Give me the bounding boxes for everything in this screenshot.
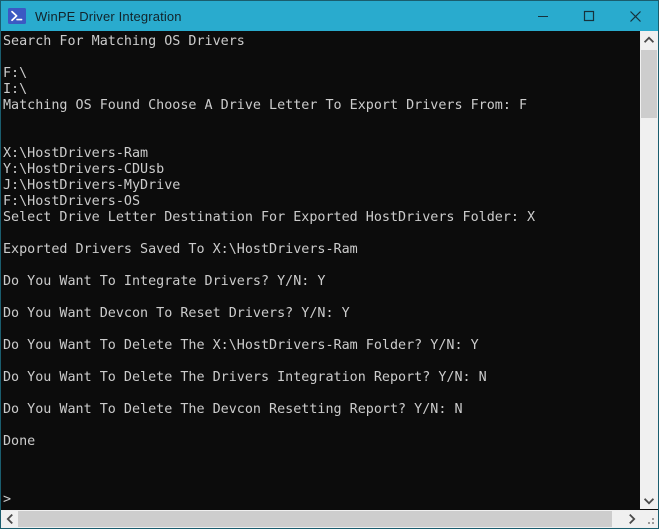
console-prompt: > [3,492,12,507]
console-line: Do You Want To Delete The Devcon Resetti… [3,402,463,417]
minimize-icon [538,16,548,17]
horizontal-scrollbar-row [1,509,658,528]
console-line: Exported Drivers Saved To X:\HostDrivers… [3,242,358,257]
vertical-scrollbar[interactable] [639,31,658,509]
console-line: J:\HostDrivers-MyDrive [3,178,181,193]
window-controls [520,1,658,31]
console-line: I:\ [3,82,28,97]
console-line: Search For Matching OS Drivers [3,34,245,49]
close-icon [629,10,641,22]
minimize-button[interactable] [520,1,566,31]
chevron-down-icon [644,497,654,504]
console-line: Do You Want To Integrate Drivers? Y/N: Y [3,274,326,289]
console-line: Select Drive Letter Destination For Expo… [3,210,536,225]
chevron-up-icon [644,36,654,43]
console-lines: Search For Matching OS Drivers F:\ I:\ Mat… [3,34,639,450]
powershell-icon [8,7,26,25]
vertical-scroll-thumb[interactable] [641,50,657,118]
scroll-down-button[interactable] [640,492,658,509]
title-bar[interactable]: WinPE Driver Integration [1,1,658,31]
resize-grip[interactable] [640,510,658,528]
console-line: Y:\HostDrivers-CDUsb [3,162,165,177]
console-line: F:\ [3,66,28,81]
console-window: WinPE Driver Integration Search For Matc… [0,0,659,529]
chevron-right-icon [628,514,635,524]
scroll-right-button[interactable] [623,510,640,528]
console-line: Do You Want To Delete The X:\HostDrivers… [3,338,479,353]
maximize-icon [583,10,595,22]
console-line: F:\HostDrivers-OS [3,194,141,209]
console-output[interactable]: Search For Matching OS Drivers F:\ I:\ Mat… [1,31,639,509]
close-button[interactable] [612,1,658,31]
vertical-scroll-track[interactable] [640,48,658,492]
console-line: X:\HostDrivers-Ram [3,146,149,161]
horizontal-scrollbar[interactable] [1,510,640,528]
window-body: Search For Matching OS Drivers F:\ I:\ Mat… [1,31,658,509]
console-line: Do You Want Devcon To Reset Drivers? Y/N… [3,306,350,321]
console-line: Do You Want To Delete The Drivers Integr… [3,370,487,385]
scroll-up-button[interactable] [640,31,658,48]
scroll-left-button[interactable] [1,510,18,528]
horizontal-scroll-thumb[interactable] [18,511,612,527]
maximize-button[interactable] [566,1,612,31]
resize-grip-icon [648,518,654,524]
console-line: Matching OS Found Choose A Drive Letter … [3,98,528,113]
horizontal-scroll-track[interactable] [18,510,623,528]
window-title: WinPE Driver Integration [35,8,182,24]
chevron-left-icon [6,514,13,524]
console-line: Done [3,434,36,449]
